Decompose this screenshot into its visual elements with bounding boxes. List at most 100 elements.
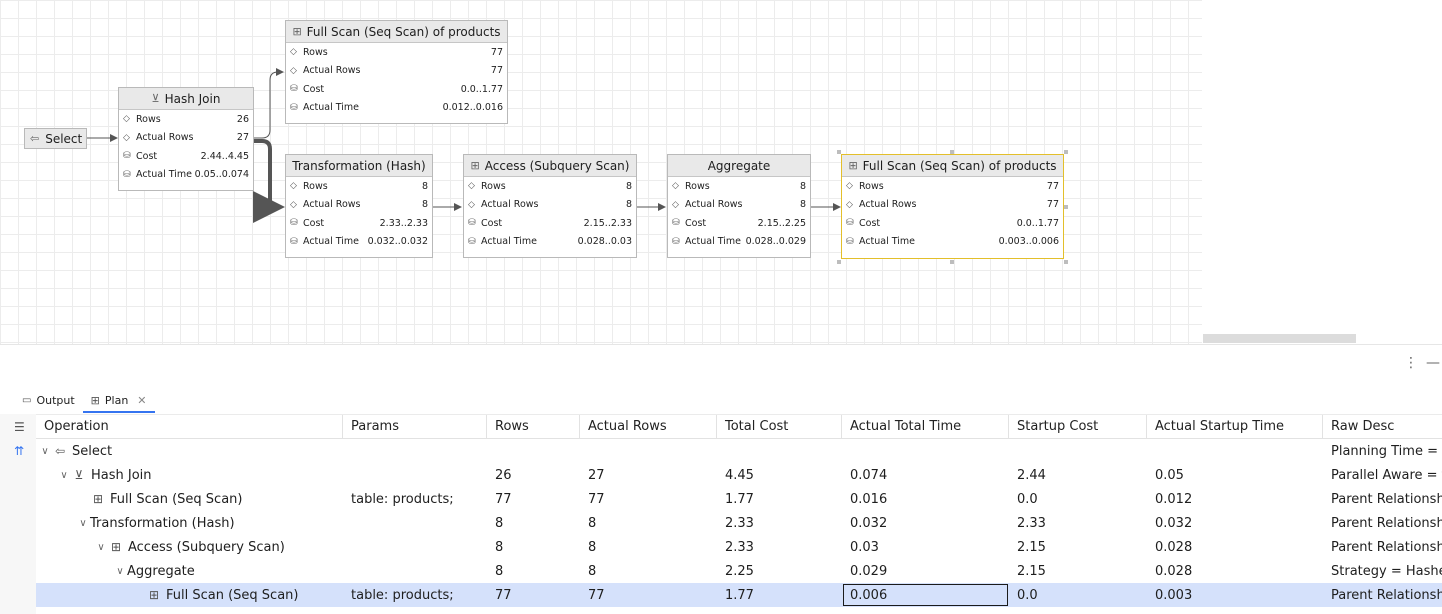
startup-cost-cell[interactable]: 2.15: [1009, 559, 1147, 583]
raw-desc-cell[interactable]: Parent Relationshi: [1323, 511, 1442, 535]
actual-total-time-cell[interactable]: 0.029: [842, 559, 1009, 583]
raw-desc-cell[interactable]: Parent Relationshi: [1323, 583, 1442, 607]
collapse-arrow-icon[interactable]: ∨: [76, 518, 90, 529]
filter-icon[interactable]: ☰: [14, 420, 25, 434]
aggregate-node[interactable]: Aggregate ◇ Rows 8 ◇ Actual Rows 8 ⛁ Cost 2.15…: [667, 154, 811, 258]
horizontal-scrollbar[interactable]: [1203, 334, 1356, 343]
close-icon[interactable]: ✕: [137, 394, 146, 407]
params-cell[interactable]: [343, 559, 487, 583]
rows-cell[interactable]: 77: [487, 487, 580, 511]
collapse-arrow-icon[interactable]: ∨: [113, 566, 127, 577]
column-header-operation[interactable]: Operation: [36, 415, 343, 438]
collapse-arrow-icon[interactable]: ∨: [57, 470, 71, 481]
rows-cell[interactable]: 77: [487, 583, 580, 607]
column-header-startup-cost[interactable]: Startup Cost: [1009, 415, 1147, 438]
rows-cell[interactable]: 8: [487, 535, 580, 559]
actual-rows-cell[interactable]: 8: [580, 559, 717, 583]
transformation-node[interactable]: Transformation (Hash) ◇ Rows 8 ◇ Actual Row…: [285, 154, 433, 258]
params-cell[interactable]: [343, 511, 487, 535]
raw-desc-cell[interactable]: Strategy = Hashe: [1323, 559, 1442, 583]
minimize-icon[interactable]: —: [1426, 355, 1440, 371]
resize-handle[interactable]: [950, 260, 954, 264]
params-cell[interactable]: [343, 439, 487, 463]
hash-join-node[interactable]: ⊻ Hash Join ◇ Rows 26 ◇ Actual Rows 27 ⛁ Cost 2…: [118, 87, 254, 191]
resize-handle[interactable]: [1064, 260, 1068, 264]
actual-startup-time-cell[interactable]: 0.05: [1147, 463, 1323, 487]
params-cell[interactable]: [343, 463, 487, 487]
total-cost-cell[interactable]: 2.33: [717, 535, 842, 559]
table-row[interactable]: ∨ ⊞ Access (Subquery Scan) 8 8 2.33 0.03…: [36, 535, 1442, 559]
actual-total-time-cell[interactable]: 0.074: [842, 463, 1009, 487]
actual-rows-cell[interactable]: 27: [580, 463, 717, 487]
total-cost-cell[interactable]: [717, 439, 842, 463]
access-node[interactable]: ⊞ Access (Subquery Scan) ◇ Rows 8 ◇ Actual R…: [463, 154, 637, 258]
tab-output[interactable]: ▭ Output: [14, 389, 83, 411]
column-header-actual-rows[interactable]: Actual Rows: [580, 415, 717, 438]
total-cost-cell[interactable]: 4.45: [717, 463, 842, 487]
rows-cell[interactable]: 8: [487, 559, 580, 583]
actual-startup-time-cell[interactable]: 0.032: [1147, 511, 1323, 535]
params-cell[interactable]: [343, 535, 487, 559]
total-cost-cell[interactable]: 2.25: [717, 559, 842, 583]
startup-cost-cell[interactable]: 2.15: [1009, 535, 1147, 559]
actual-rows-cell[interactable]: 77: [580, 487, 717, 511]
actual-total-time-cell[interactable]: 0.016: [842, 487, 1009, 511]
actual-rows-cell[interactable]: [580, 439, 717, 463]
column-header-actual-total-time[interactable]: Actual Total Time: [842, 415, 1009, 438]
actual-startup-time-cell[interactable]: 0.012: [1147, 487, 1323, 511]
startup-cost-cell[interactable]: 0.0: [1009, 487, 1147, 511]
tab-plan[interactable]: ⊞ Plan ✕: [82, 389, 155, 413]
expand-all-icon[interactable]: ⇈: [14, 444, 24, 458]
rows-cell[interactable]: [487, 439, 580, 463]
actual-startup-time-cell[interactable]: [1147, 439, 1323, 463]
table-row[interactable]: ∨ ⊻ Hash Join 26 27 4.45 0.074 2.44 0.05…: [36, 463, 1442, 487]
resize-handle[interactable]: [837, 150, 841, 154]
resize-handle[interactable]: [837, 260, 841, 264]
full-scan-top-node[interactable]: ⊞ Full Scan (Seq Scan) of products ◇ Rows 7…: [285, 20, 508, 124]
rows-cell[interactable]: 8: [487, 511, 580, 535]
raw-desc-cell[interactable]: Parallel Aware = f: [1323, 463, 1442, 487]
collapse-arrow-icon[interactable]: ∨: [38, 446, 52, 457]
rows-cell[interactable]: 26: [487, 463, 580, 487]
actual-total-time-cell[interactable]: [842, 439, 1009, 463]
actual-rows-cell[interactable]: 8: [580, 511, 717, 535]
actual-total-time-cell-focused[interactable]: 0.006: [842, 583, 1009, 607]
actual-startup-time-cell[interactable]: 0.028: [1147, 559, 1323, 583]
select-node[interactable]: ⇦ Select: [24, 128, 87, 149]
raw-desc-cell[interactable]: Parent Relationshi: [1323, 535, 1442, 559]
column-header-params[interactable]: Params: [343, 415, 487, 438]
startup-cost-cell[interactable]: 2.33: [1009, 511, 1147, 535]
table-row-selected[interactable]: ⊞ Full Scan (Seq Scan) table: products; …: [36, 583, 1442, 607]
column-header-raw-desc[interactable]: Raw Desc: [1323, 415, 1442, 438]
params-cell[interactable]: table: products;: [343, 583, 487, 607]
column-header-total-cost[interactable]: Total Cost: [717, 415, 842, 438]
table-row[interactable]: ∨ ⇦ Select Planning Time = 0: [36, 439, 1442, 463]
startup-cost-cell[interactable]: 2.44: [1009, 463, 1147, 487]
raw-desc-cell[interactable]: Parent Relationshi: [1323, 487, 1442, 511]
resize-handle[interactable]: [1064, 205, 1068, 209]
total-cost-cell[interactable]: 1.77: [717, 583, 842, 607]
actual-rows-cell[interactable]: 77: [580, 583, 717, 607]
table-row[interactable]: ∨ Transformation (Hash) 8 8 2.33 0.032 2…: [36, 511, 1442, 535]
total-cost-cell[interactable]: 2.33: [717, 511, 842, 535]
more-options-icon[interactable]: ⋮: [1404, 355, 1418, 371]
params-cell[interactable]: table: products;: [343, 487, 487, 511]
actual-startup-time-cell[interactable]: 0.028: [1147, 535, 1323, 559]
raw-desc-cell[interactable]: Planning Time = 0: [1323, 439, 1442, 463]
collapse-arrow-icon[interactable]: ∨: [94, 542, 108, 553]
table-row[interactable]: ∨ Aggregate 8 8 2.25 0.029 2.15 0.028 St…: [36, 559, 1442, 583]
total-cost-cell[interactable]: 1.77: [717, 487, 842, 511]
plan-diagram-canvas[interactable]: ⇦ Select ⊻ Hash Join ◇ Rows 26 ◇ Actual Rows…: [0, 0, 1202, 344]
column-header-rows[interactable]: Rows: [487, 415, 580, 438]
table-row[interactable]: ⊞ Full Scan (Seq Scan) table: products; …: [36, 487, 1442, 511]
startup-cost-cell[interactable]: [1009, 439, 1147, 463]
resize-handle[interactable]: [1064, 150, 1068, 154]
actual-total-time-cell[interactable]: 0.03: [842, 535, 1009, 559]
resize-handle[interactable]: [950, 150, 954, 154]
actual-total-time-cell[interactable]: 0.032: [842, 511, 1009, 535]
full-scan-selected-node[interactable]: ⊞ Full Scan (Seq Scan) of products ◇ Rows 7…: [841, 154, 1064, 259]
column-header-actual-startup-time[interactable]: Actual Startup Time: [1147, 415, 1323, 438]
startup-cost-cell[interactable]: 0.0: [1009, 583, 1147, 607]
actual-startup-time-cell[interactable]: 0.003: [1147, 583, 1323, 607]
actual-rows-cell[interactable]: 8: [580, 535, 717, 559]
